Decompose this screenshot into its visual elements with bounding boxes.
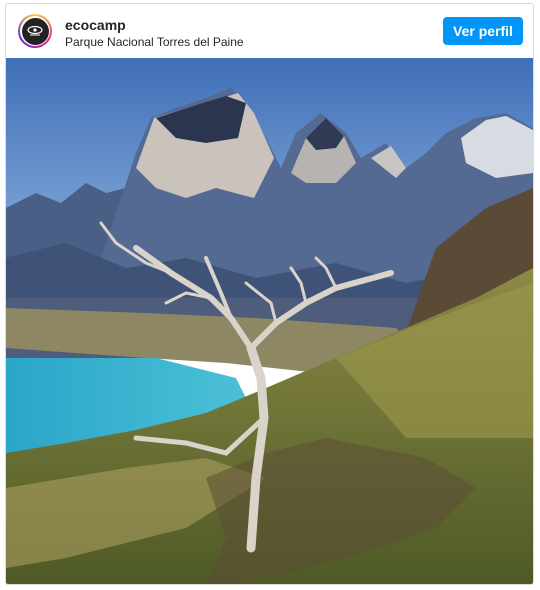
post-header: ecocamp Parque Nacional Torres del Paine… [6,4,533,58]
avatar[interactable] [18,14,52,48]
location-label[interactable]: Parque Nacional Torres del Paine [65,35,244,49]
ecocamp-logo-icon [21,17,49,45]
username[interactable]: ecocamp [65,17,126,33]
post-card: ecocamp Parque Nacional Torres del Paine… [5,3,534,585]
view-profile-button[interactable]: Ver perfil [443,17,523,45]
post-photo[interactable] [6,58,533,584]
